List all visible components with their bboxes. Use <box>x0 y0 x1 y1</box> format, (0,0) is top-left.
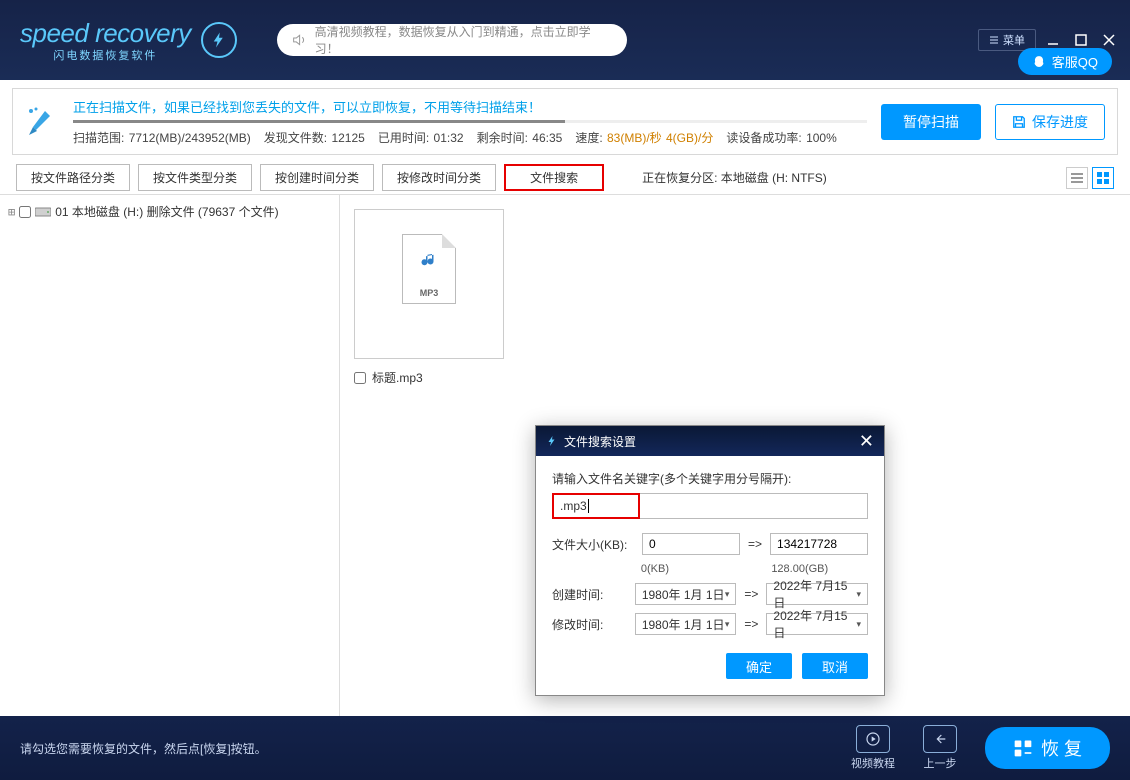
arrow-icon: => <box>744 587 758 601</box>
mp3-file-icon: MP3 <box>402 234 456 304</box>
size-to-hint: 128.00(GB) <box>771 563 868 575</box>
app-logo: speed recovery 闪电数据恢复软件 <box>20 18 237 63</box>
folder-tree: ⊞ 01 本地磁盘 (H:) 删除文件 (79637 个文件) <box>0 195 340 716</box>
prev-label: 上一步 <box>923 755 956 771</box>
scan-status-text: 正在扫描文件，如果已经找到您丢失的文件，可以立即恢复，不用等待扫描结束！ <box>73 97 867 116</box>
category-tabs: 按文件路径分类 按文件类型分类 按创建时间分类 按修改时间分类 文件搜索 正在恢… <box>0 161 1130 195</box>
save-progress-button[interactable]: 保存进度 <box>995 104 1105 140</box>
view-list-button[interactable] <box>1066 167 1088 189</box>
save-progress-label: 保存进度 <box>1032 112 1088 132</box>
keyword-label: 请输入文件名关键字(多个关键字用分号隔开): <box>552 470 868 487</box>
size-to-input[interactable] <box>770 533 868 555</box>
main-area: ⊞ 01 本地磁盘 (H:) 删除文件 (79637 个文件) MP3 标题.m… <box>0 195 1130 716</box>
scan-progress-bar <box>73 120 867 123</box>
dialog-close-button[interactable]: ✕ <box>859 432 874 450</box>
file-card[interactable]: MP3 标题.mp3 <box>354 209 504 386</box>
menu-label: 菜单 <box>1003 32 1025 48</box>
qq-label: 客服QQ <box>1052 52 1098 71</box>
file-checkbox[interactable] <box>354 372 366 384</box>
footer-hint: 请勾选您需要恢复的文件，然后点[恢复]按钮。 <box>20 740 267 757</box>
create-from-select[interactable]: 1980年 1月 1日▾ <box>635 583 737 605</box>
size-from-input[interactable] <box>642 533 740 555</box>
create-time-label: 创建时间: <box>552 586 627 603</box>
tab-type[interactable]: 按文件类型分类 <box>138 164 252 191</box>
keyword-input[interactable]: .mp3 <box>552 493 868 519</box>
arrow-icon: => <box>744 617 758 631</box>
prev-step-button[interactable]: 上一步 <box>923 725 957 771</box>
recover-button[interactable]: 恢 复 <box>985 727 1110 769</box>
tab-path[interactable]: 按文件路径分类 <box>16 164 130 191</box>
tab-create-time[interactable]: 按创建时间分类 <box>260 164 374 191</box>
video-tutorial-button[interactable]: 视频教程 <box>851 725 895 771</box>
disk-icon <box>35 206 51 218</box>
modify-to-select[interactable]: 2022年 7月15日▾ <box>766 613 868 635</box>
modify-from-select[interactable]: 1980年 1月 1日▾ <box>635 613 737 635</box>
modify-time-label: 修改时间: <box>552 616 627 633</box>
dialog-title: 文件搜索设置 <box>564 433 636 450</box>
keyword-value: .mp3 <box>560 499 587 513</box>
tutorial-banner[interactable]: 高清视频教程，数据恢复从入门到精通，点击立即学习！ <box>277 24 627 56</box>
scan-brush-icon <box>25 105 59 139</box>
file-badge: MP3 <box>420 288 439 298</box>
tree-item-disk[interactable]: ⊞ 01 本地磁盘 (H:) 删除文件 (79637 个文件) <box>8 203 331 220</box>
recover-label: 恢 复 <box>1041 735 1082 761</box>
speaker-icon <box>291 32 307 48</box>
scan-stats: 扫描范围: 7712(MB)/243952(MB) 发现文件数: 12125 已… <box>73 129 867 146</box>
pause-scan-button[interactable]: 暂停扫描 <box>881 104 981 140</box>
lightning-icon <box>201 22 237 58</box>
title-bar: speed recovery 闪电数据恢复软件 高清视频教程，数据恢复从入门到精… <box>0 0 1130 80</box>
size-from-hint: 0(KB) <box>641 563 738 575</box>
dialog-title-bar[interactable]: 文件搜索设置 ✕ <box>536 426 884 456</box>
scan-status-panel: 正在扫描文件，如果已经找到您丢失的文件，可以立即恢复，不用等待扫描结束！ 扫描范… <box>12 88 1118 155</box>
arrow-icon: => <box>748 537 762 551</box>
video-label: 视频教程 <box>851 755 895 771</box>
logo-subtitle: 闪电数据恢复软件 <box>20 47 191 63</box>
qq-support-button[interactable]: 客服QQ <box>1018 48 1112 75</box>
dialog-ok-button[interactable]: 确定 <box>726 653 792 679</box>
view-grid-button[interactable] <box>1092 167 1114 189</box>
tab-modify-time[interactable]: 按修改时间分类 <box>382 164 496 191</box>
footer-bar: 请勾选您需要恢复的文件，然后点[恢复]按钮。 视频教程 上一步 恢 复 <box>0 716 1130 780</box>
logo-main: speed recovery <box>20 18 191 49</box>
create-to-select[interactable]: 2022年 7月15日▾ <box>766 583 868 605</box>
size-label: 文件大小(KB): <box>552 536 634 553</box>
partition-label: 正在恢复分区: 本地磁盘 (H: NTFS) <box>642 169 827 186</box>
tree-checkbox[interactable] <box>19 206 31 218</box>
tab-search[interactable]: 文件搜索 <box>504 164 604 191</box>
file-name: 标题.mp3 <box>372 369 423 386</box>
expand-icon[interactable]: ⊞ <box>8 205 15 219</box>
tutorial-text: 高清视频教程，数据恢复从入门到精通，点击立即学习！ <box>315 23 613 57</box>
tree-item-label: 01 本地磁盘 (H:) 删除文件 (79637 个文件) <box>55 203 278 220</box>
dialog-cancel-button[interactable]: 取消 <box>802 653 868 679</box>
search-settings-dialog: 文件搜索设置 ✕ 请输入文件名关键字(多个关键字用分号隔开): .mp3 文件大… <box>535 425 885 696</box>
